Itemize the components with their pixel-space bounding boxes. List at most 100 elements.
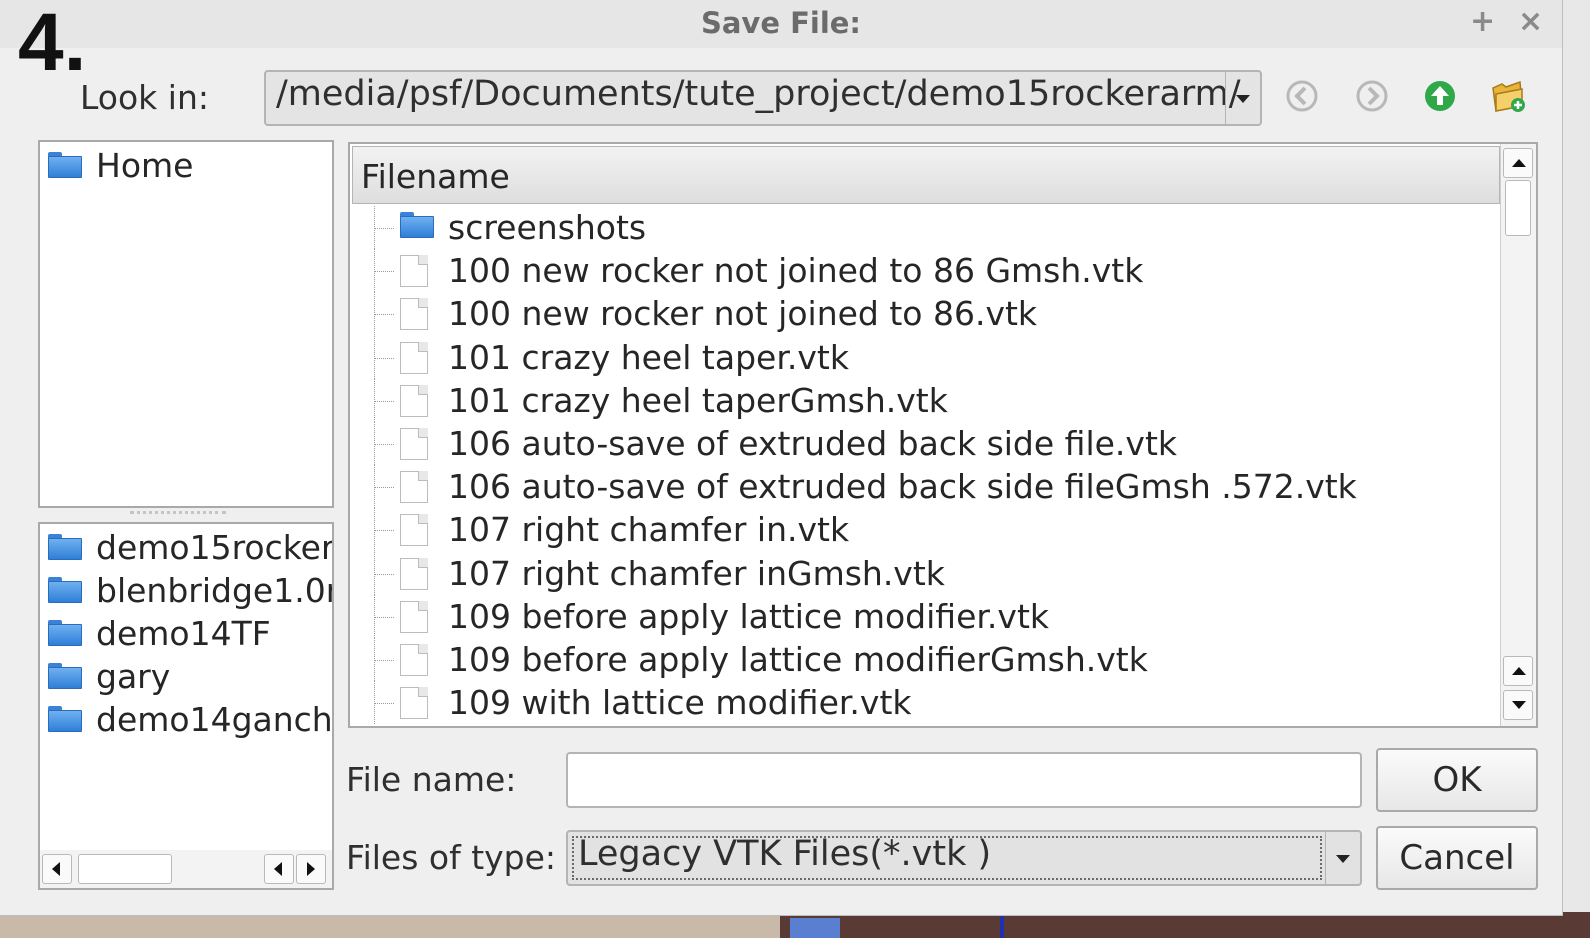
file-row[interactable]: 107 right chamfer inGmsh.vtk [350,551,1498,595]
splitter-handle[interactable] [130,511,226,514]
sidebar-item-label: Home [96,146,194,185]
folder-icon [48,533,82,560]
tree-connector [374,249,394,293]
folder-icon [48,576,82,603]
tree-connector [374,508,394,552]
file-name-text: 106 auto-save of extruded back side file… [448,467,1357,507]
file-name-text: 106 auto-save of extruded back side file… [448,424,1177,463]
recent-folders-panel: demo15rocker blenbridge1.0r demo14TF gar… [38,522,334,890]
file-row[interactable]: 101 crazy heel taperGmsh.vtk [350,378,1498,422]
tree-connector [374,206,394,249]
file-row[interactable]: 100 new rocker not joined to 86 Gmsh.vtk [350,249,1498,293]
tree-connector [374,465,394,509]
file-list-vertical-scrollbar[interactable] [1500,144,1536,726]
file-row[interactable]: 106 auto-save of extruded back side file… [350,422,1498,465]
sidebar-item-demo14tf[interactable]: demo14TF [48,614,271,653]
file-icon [400,514,428,547]
step-label: 4. [18,0,87,88]
filename-column-header[interactable]: Filename [352,146,1500,204]
look-in-label: Look in: [80,78,209,117]
file-icon [400,557,428,590]
look-in-path: /media/psf/Documents/tute_project/demo15… [276,74,1241,114]
folder-icon [400,212,434,238]
scroll-down-button[interactable] [1503,690,1533,720]
file-name-text: 101 crazy heel taperGmsh.vtk [448,380,948,420]
sidebar-item-label: demo14TF [96,614,271,653]
sidebar-item-label: demo15rocker [96,528,334,567]
maximize-button[interactable]: + [1470,4,1495,39]
files-of-type-value: Legacy VTK Files(*.vtk ) [578,834,992,874]
file-icon [400,298,428,331]
sidebar-item-label: gary [96,657,171,696]
tree-connector [374,681,394,725]
file-list-view[interactable]: Filename screenshots 100 new rocker not j… [348,142,1538,728]
file-icon [400,687,428,720]
file-icon [400,384,428,417]
desktop-background-right [1562,0,1590,938]
file-name-text: 109 before apply lattice modifier.vtk [448,596,1049,636]
tree-connector [374,594,394,638]
look-in-dropdown-arrow[interactable] [1225,72,1260,124]
file-name-input[interactable] [566,752,1362,808]
file-icon [400,600,428,633]
scroll-left-button-2[interactable] [264,854,294,884]
folder-icon [48,151,82,178]
back-icon[interactable] [1284,78,1320,114]
forward-icon[interactable] [1354,78,1390,114]
file-icon [400,428,428,460]
tree-connector [374,292,394,336]
title-bar[interactable]: Save File: + × [0,0,1562,48]
file-name-text: 107 right chamfer inGmsh.vtk [448,553,945,593]
scroll-left-button[interactable] [42,854,72,884]
horizontal-scroll-thumb[interactable] [78,854,172,884]
tree-connector [374,378,394,422]
file-row[interactable]: 107 right chamfer in.vtk [350,508,1498,552]
sidebar-item-label: blenbridge1.0r [96,571,334,610]
files-of-type-dropdown-arrow[interactable] [1325,832,1360,884]
file-name-text: 109 with lattice modifier.vtk [448,683,912,723]
scroll-up-button[interactable] [1503,148,1533,178]
folder-icon [48,662,82,689]
file-row[interactable]: 100 new rocker not joined to 86.vtk [350,292,1498,336]
tree-connector [374,638,394,681]
places-panel: Home [38,140,334,508]
tree-connector [374,422,394,465]
new-folder-icon[interactable] [1490,78,1526,114]
files-of-type-label: Files of type: [346,838,557,877]
sidebar-horizontal-scrollbar[interactable] [40,850,332,888]
cancel-button[interactable]: Cancel [1376,826,1538,890]
tree-connector [374,551,394,595]
folder-icon [48,705,82,732]
parent-directory-icon[interactable] [1422,78,1458,114]
sidebar-item-gary[interactable]: gary [48,657,170,696]
file-rows: screenshots 100 new rocker not joined to … [350,206,1498,726]
save-file-dialog: Save File: + × 4. Look in: /media/psf/Do… [0,0,1563,916]
ok-button[interactable]: OK [1376,748,1538,812]
sidebar-item-demo14ganch[interactable]: demo14ganch [48,700,332,739]
sidebar-item-home[interactable]: Home [48,146,193,185]
vertical-scroll-thumb[interactable] [1505,180,1531,236]
file-icon [400,341,428,374]
file-row[interactable]: 109 before apply lattice modifier.vtk [350,594,1498,638]
scroll-up-button-2[interactable] [1503,656,1533,686]
column-header-label: Filename [361,157,510,196]
file-name-text: 109 before apply lattice modifierGmsh.vt… [448,640,1148,679]
file-icon [400,471,428,504]
tree-connector [374,335,394,379]
scroll-right-button[interactable] [296,854,326,884]
folder-row[interactable]: screenshots [350,206,1498,249]
file-icon [400,644,428,676]
file-name-text: 101 crazy heel taper.vtk [448,337,849,377]
close-button[interactable]: × [1518,4,1543,39]
file-row[interactable]: 101 crazy heel taper.vtk [350,335,1498,379]
sidebar-item-blenbridge[interactable]: blenbridge1.0r [48,571,334,610]
file-row[interactable]: 109 with lattice modifier.vtk [350,681,1498,725]
file-name-label: File name: [346,760,517,799]
file-row[interactable]: 106 auto-save of extruded back side file… [350,465,1498,509]
file-name-text: 100 new rocker not joined to 86.vtk [448,294,1038,334]
file-name-text: screenshots [448,208,647,247]
look-in-combo[interactable]: /media/psf/Documents/tute_project/demo15… [264,70,1262,126]
files-of-type-combo[interactable]: Legacy VTK Files(*.vtk ) [566,830,1362,886]
file-row[interactable]: 109 before apply lattice modifierGmsh.vt… [350,638,1498,681]
sidebar-item-demo15rocker[interactable]: demo15rocker [48,528,334,567]
